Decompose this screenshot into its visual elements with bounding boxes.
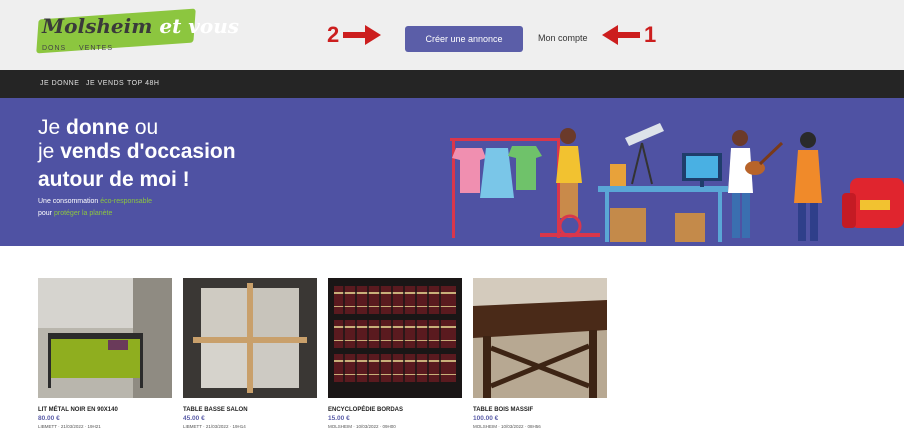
create-listing-button[interactable]: Créer une annonce [405,26,523,52]
hero-illustration [450,123,904,242]
product-price: 45.00 € [183,415,205,422]
nav-je-donne[interactable]: JE DONNE [40,80,79,87]
product-card[interactable]: TABLE BASSE SALON 45.00 € LIBMETT · 21/0… [183,278,317,429]
nav-je-vends[interactable]: JE VENDS [86,80,124,87]
hero-banner: Je donne ou je vends d'occasion autour d… [0,98,904,246]
product-card[interactable]: ENCYCLOPÉDIE BORDAS 15.00 € MOLSHEIM · 1… [328,278,462,429]
product-price: 15.00 € [328,415,350,422]
logo-title-accent: et vous [152,14,240,38]
product-meta: LIBMETT · 21/03/2022 · 19H21 [38,424,101,429]
product-price: 100.00 € [473,415,499,422]
main-nav: JE DONNE JE VENDS TOP 48H [0,70,904,98]
logo-sub-dons: DONS [42,45,67,52]
product-meta: MOLSHEIM · 10/03/2022 · 08H56 [473,424,541,429]
arrow-left-icon [602,25,640,45]
product-name[interactable]: ENCYCLOPÉDIE BORDAS [328,407,403,413]
hero-tagline-1: Une consommation éco-responsable [38,198,153,205]
site-header: Molsheim et vous DONS ✦ VENTES 2 Créer u… [0,0,904,70]
product-meta: LIBMETT · 21/03/2022 · 19H14 [183,424,246,429]
product-name[interactable]: TABLE BASSE SALON [183,407,248,413]
hero-line-3: autour de moi ! [38,168,190,191]
hero-tagline-2: pour protéger la planète [38,210,113,217]
hero-line-2: je vends d'occasion [38,140,236,163]
product-image[interactable] [473,278,607,398]
my-account-link[interactable]: Mon compte [538,33,588,43]
product-meta: MOLSHEIM · 10/03/2022 · 09H00 [328,424,396,429]
hero-line-1: Je donne ou [38,116,159,139]
nav-top-48h[interactable]: TOP 48H [127,80,159,87]
logo-title: Molsheim [42,14,153,38]
annotation-number-1: 1 [644,22,657,47]
annotation-1: 1 [602,22,656,48]
product-image[interactable] [38,278,172,398]
annotation-2: 2 [327,22,382,48]
site-logo[interactable]: Molsheim et vous DONS ✦ VENTES [36,8,239,60]
product-image[interactable] [183,278,317,398]
product-image[interactable] [328,278,462,398]
logo-sub-ventes: VENTES [79,45,114,52]
product-name[interactable]: TABLE BOIS MASSIF [473,407,533,413]
product-card[interactable]: LIT MÉTAL NOIR EN 90X140 80.00 € LIBMETT… [38,278,172,429]
product-price: 80.00 € [38,415,60,422]
product-card[interactable]: TABLE BOIS MASSIF 100.00 € MOLSHEIM · 10… [473,278,607,429]
product-name[interactable]: LIT MÉTAL NOIR EN 90X140 [38,407,118,413]
arrow-right-icon [343,25,382,45]
star-icon: ✦ [69,45,77,52]
annotation-number-2: 2 [327,22,340,47]
